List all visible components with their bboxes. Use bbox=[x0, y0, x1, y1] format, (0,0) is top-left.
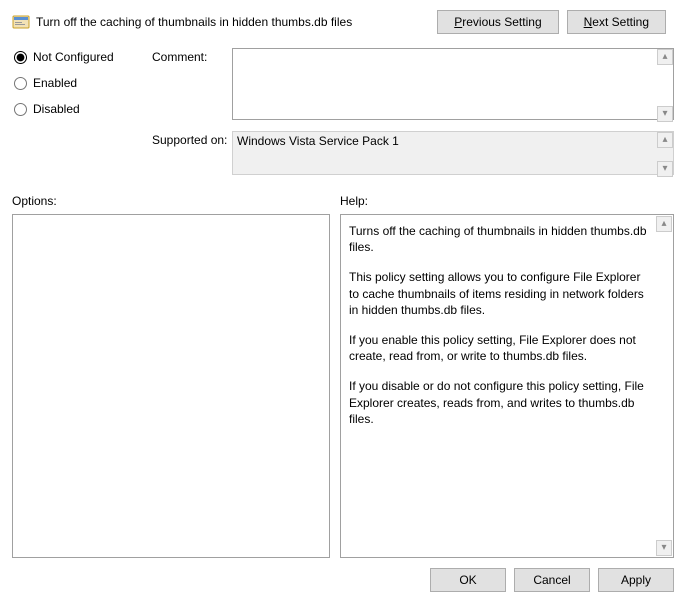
help-label: Help: bbox=[340, 194, 674, 208]
supported-on-textarea bbox=[232, 131, 674, 175]
help-text: This policy setting allows you to config… bbox=[349, 269, 649, 318]
supported-scroll-down[interactable]: ▾ bbox=[657, 161, 673, 177]
previous-setting-button[interactable]: Previous Setting bbox=[437, 10, 558, 34]
comment-textarea[interactable] bbox=[232, 48, 674, 120]
help-panel: Turns off the caching of thumbnails in h… bbox=[340, 214, 674, 558]
help-scroll-up[interactable]: ▴ bbox=[656, 216, 672, 232]
radio-disabled[interactable]: Disabled bbox=[12, 102, 152, 116]
help-text: If you disable or do not configure this … bbox=[349, 378, 649, 427]
options-label: Options: bbox=[12, 194, 330, 208]
policy-icon bbox=[12, 13, 30, 31]
comment-scroll-down[interactable]: ▾ bbox=[657, 106, 673, 122]
supported-on-label: Supported on: bbox=[152, 131, 232, 147]
help-text: Turns off the caching of thumbnails in h… bbox=[349, 223, 649, 255]
policy-title: Turn off the caching of thumbnails in hi… bbox=[36, 15, 437, 29]
radio-enabled[interactable]: Enabled bbox=[12, 76, 152, 90]
help-scroll-down[interactable]: ▾ bbox=[656, 540, 672, 556]
supported-scroll-up[interactable]: ▴ bbox=[657, 132, 673, 148]
comment-label: Comment: bbox=[152, 48, 232, 64]
cancel-button[interactable]: Cancel bbox=[514, 568, 590, 592]
ok-button[interactable]: OK bbox=[430, 568, 506, 592]
radio-not-configured[interactable]: Not Configured bbox=[12, 50, 152, 64]
help-text: If you enable this policy setting, File … bbox=[349, 332, 649, 364]
apply-button[interactable]: Apply bbox=[598, 568, 674, 592]
next-setting-button[interactable]: Next Setting bbox=[567, 10, 666, 34]
options-panel bbox=[12, 214, 330, 558]
comment-scroll-up[interactable]: ▴ bbox=[657, 49, 673, 65]
